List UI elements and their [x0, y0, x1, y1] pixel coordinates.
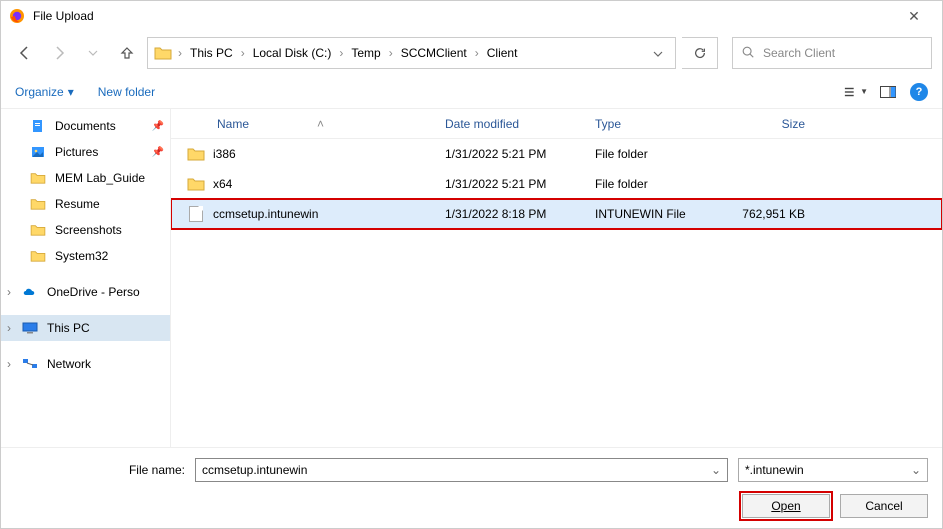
pin-icon: 📌: [152, 121, 164, 132]
file-icon: [187, 205, 205, 223]
sidebar-item-screenshots[interactable]: Screenshots: [1, 217, 170, 243]
onedrive-icon: [21, 285, 39, 299]
chevron-right-icon[interactable]: ›: [176, 46, 184, 60]
documents-icon: [29, 119, 47, 133]
file-type: File folder: [595, 177, 727, 191]
cancel-button[interactable]: Cancel: [840, 494, 928, 518]
file-size: 762,951 KB: [727, 207, 813, 221]
folder-icon: [29, 171, 47, 185]
expand-icon[interactable]: ›: [7, 321, 11, 335]
filename-label: File name:: [15, 463, 185, 477]
sidebar-item-label: Pictures: [55, 145, 98, 159]
folder-icon: [29, 223, 47, 237]
back-button[interactable]: [11, 39, 39, 67]
file-pane: Name ˄ Date modified Type Size i386 1/31…: [171, 109, 942, 447]
folder-icon: [29, 249, 47, 263]
search-icon: [741, 45, 755, 62]
sidebar-item-label: System32: [55, 249, 108, 263]
open-button[interactable]: Open: [742, 494, 830, 518]
recent-locations-button[interactable]: [79, 39, 107, 67]
file-row[interactable]: x64 1/31/2022 5:21 PM File folder: [171, 169, 942, 199]
navbar: › This PC › Local Disk (C:) › Temp › SCC…: [1, 31, 942, 75]
sidebar-item-thispc[interactable]: › This PC: [1, 315, 170, 341]
pin-icon: 📌: [152, 147, 164, 158]
sidebar-item-label: Resume: [55, 197, 100, 211]
file-name: x64: [213, 177, 232, 191]
refresh-button[interactable]: [682, 37, 718, 69]
chevron-right-icon[interactable]: ›: [239, 46, 247, 60]
sidebar: Documents 📌 Pictures 📌 MEM Lab_Guide Res…: [1, 109, 171, 447]
chevron-right-icon[interactable]: ›: [337, 46, 345, 60]
sidebar-item-pictures[interactable]: Pictures 📌: [1, 139, 170, 165]
filename-combobox[interactable]: ⌄: [195, 458, 728, 482]
breadcrumb-local-disk[interactable]: Local Disk (C:): [251, 46, 334, 60]
file-type: INTUNEWIN File: [595, 207, 727, 221]
sidebar-item-onedrive[interactable]: › OneDrive - Perso: [1, 279, 170, 305]
expand-icon[interactable]: ›: [7, 357, 11, 371]
search-box[interactable]: [732, 37, 932, 69]
column-type[interactable]: Type: [595, 117, 727, 131]
chevron-down-icon: ▾: [68, 85, 74, 99]
sidebar-item-resume[interactable]: Resume: [1, 191, 170, 217]
titlebar: File Upload ✕: [1, 1, 942, 31]
column-name[interactable]: Name ˄: [187, 117, 445, 131]
sidebar-item-label: MEM Lab_Guide: [55, 171, 145, 185]
column-size[interactable]: Size: [727, 117, 813, 131]
breadcrumb-client[interactable]: Client: [485, 46, 520, 60]
search-input[interactable]: [763, 46, 923, 60]
filter-value: *.intunewin: [745, 463, 804, 477]
address-bar[interactable]: › This PC › Local Disk (C:) › Temp › SCC…: [147, 37, 676, 69]
sort-indicator-icon: ˄: [317, 117, 324, 131]
folder-icon: [29, 197, 47, 211]
chevron-down-icon: ⌄: [911, 463, 921, 477]
file-name: ccmsetup.intunewin: [213, 207, 318, 221]
breadcrumb-temp[interactable]: Temp: [349, 46, 382, 60]
file-date: 1/31/2022 5:21 PM: [445, 147, 595, 161]
folder-icon: [187, 145, 205, 163]
sidebar-item-documents[interactable]: Documents 📌: [1, 113, 170, 139]
file-type: File folder: [595, 147, 727, 161]
expand-icon[interactable]: ›: [7, 285, 11, 299]
sidebar-item-memlab[interactable]: MEM Lab_Guide: [1, 165, 170, 191]
chevron-right-icon[interactable]: ›: [473, 46, 481, 60]
column-headers: Name ˄ Date modified Type Size: [171, 109, 942, 139]
forward-button[interactable]: [45, 39, 73, 67]
sidebar-item-system32[interactable]: System32: [1, 243, 170, 269]
file-date: 1/31/2022 5:21 PM: [445, 177, 595, 191]
sidebar-item-label: OneDrive - Perso: [47, 285, 140, 299]
footer: File name: ⌄ *.intunewin ⌄ Open Cancel: [1, 447, 942, 528]
chevron-down-icon[interactable]: ⌄: [711, 463, 721, 477]
file-date: 1/31/2022 8:18 PM: [445, 207, 595, 221]
thispc-icon: [21, 321, 39, 335]
chevron-right-icon[interactable]: ›: [387, 46, 395, 60]
new-folder-button[interactable]: New folder: [98, 85, 155, 99]
column-date[interactable]: Date modified: [445, 117, 595, 131]
sidebar-item-label: Screenshots: [55, 223, 122, 237]
address-dropdown[interactable]: [647, 46, 669, 60]
sidebar-item-label: Documents: [55, 119, 116, 133]
up-button[interactable]: [113, 39, 141, 67]
filename-input[interactable]: [202, 463, 711, 477]
file-name: i386: [213, 147, 236, 161]
sidebar-item-label: This PC: [47, 321, 90, 335]
folder-icon: [154, 46, 172, 60]
sidebar-item-network[interactable]: › Network: [1, 351, 170, 377]
file-filter[interactable]: *.intunewin ⌄: [738, 458, 928, 482]
sidebar-item-label: Network: [47, 357, 91, 371]
window-title: File Upload: [33, 9, 894, 23]
pictures-icon: [29, 145, 47, 159]
organize-button[interactable]: Organize ▾: [15, 85, 74, 99]
network-icon: [21, 357, 39, 371]
file-row[interactable]: ccmsetup.intunewin 1/31/2022 8:18 PM INT…: [171, 199, 942, 229]
toolbar: Organize ▾ New folder ▼ ?: [1, 75, 942, 109]
preview-pane-button[interactable]: [876, 80, 900, 104]
breadcrumb-this-pc[interactable]: This PC: [188, 46, 235, 60]
firefox-icon: [9, 8, 25, 24]
help-button[interactable]: ?: [910, 83, 928, 101]
file-row[interactable]: i386 1/31/2022 5:21 PM File folder: [171, 139, 942, 169]
breadcrumb-sccmclient[interactable]: SCCMClient: [399, 46, 469, 60]
view-options-button[interactable]: ▼: [844, 80, 868, 104]
folder-icon: [187, 175, 205, 193]
close-icon[interactable]: ✕: [894, 8, 934, 25]
